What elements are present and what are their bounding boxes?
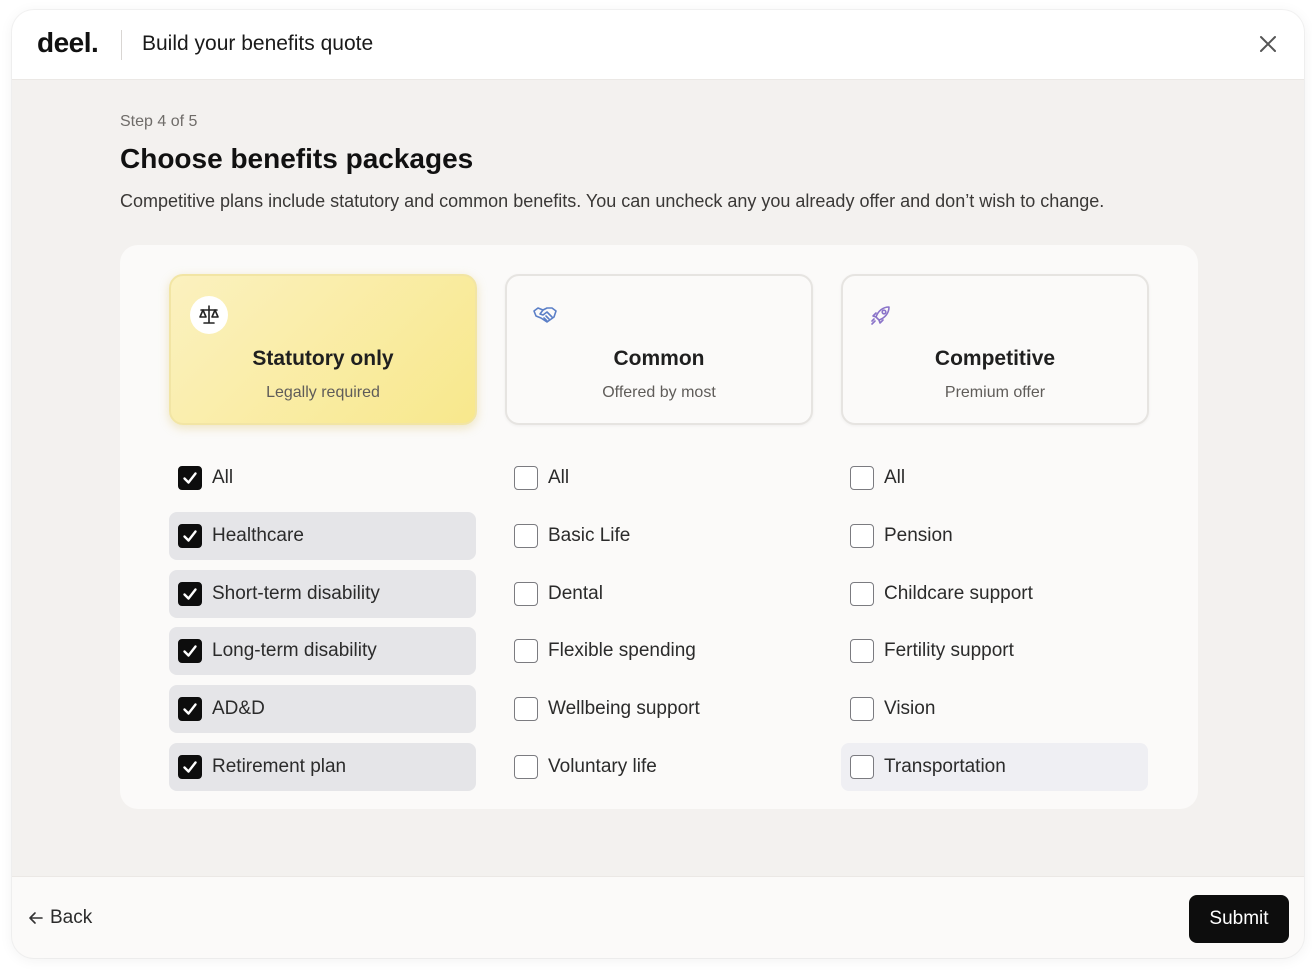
checkmark-icon	[183, 703, 197, 715]
checkbox[interactable]	[514, 639, 538, 663]
checkbox-checked[interactable]	[178, 524, 202, 548]
page-title: Choose benefits packages	[120, 143, 474, 174]
checkbox[interactable]	[850, 697, 874, 721]
package-name: Common	[613, 347, 705, 370]
option-label: AD&D	[212, 698, 265, 719]
package-subtitle: Offered by most	[602, 384, 716, 401]
package-card-statutory[interactable]: Statutory only Legally required	[169, 274, 477, 425]
arrow-left-icon	[29, 912, 43, 924]
option-healthcare[interactable]: Healthcare	[169, 512, 476, 560]
option-basic-life[interactable]: Basic Life	[505, 512, 812, 560]
package-name: Competitive	[934, 347, 1056, 370]
option-competitive-all[interactable]: All	[841, 454, 1148, 502]
checkbox[interactable]	[850, 524, 874, 548]
checkbox-checked[interactable]	[178, 755, 202, 779]
handshake-icon	[526, 296, 564, 334]
rocket-icon	[862, 296, 900, 334]
back-button[interactable]: Back	[28, 907, 92, 929]
benefits-quote-modal: deel. Build your benefits quote Step 4 o…	[12, 10, 1304, 958]
close-button[interactable]	[1258, 34, 1278, 54]
option-label: Childcare support	[884, 583, 1033, 604]
option-label: Fertility support	[884, 640, 1014, 661]
checkbox[interactable]	[514, 524, 538, 548]
submit-button[interactable]: Submit	[1189, 895, 1289, 943]
page-description: Competitive plans include statutory and …	[120, 191, 1105, 211]
option-label: Short-term disability	[212, 583, 380, 604]
checkbox[interactable]	[514, 466, 538, 490]
checkbox-checked[interactable]	[178, 466, 202, 490]
checkmark-icon	[183, 761, 197, 773]
option-label: Dental	[548, 583, 603, 604]
option-label: All	[548, 467, 570, 488]
option-long-term-disability[interactable]: Long-term disability	[169, 627, 476, 675]
step-indicator: Step 4 of 5	[120, 113, 198, 130]
package-card-competitive[interactable]: Competitive Premium offer	[841, 274, 1149, 425]
option-statutory-all[interactable]: All	[169, 454, 476, 502]
checkbox[interactable]	[850, 582, 874, 606]
checkbox[interactable]	[850, 466, 874, 490]
checkbox[interactable]	[514, 755, 538, 779]
packages-panel: Statutory only Legally required Common O…	[120, 245, 1198, 809]
option-add[interactable]: AD&D	[169, 685, 476, 733]
header-divider	[121, 30, 122, 60]
option-retirement-plan[interactable]: Retirement plan	[169, 743, 476, 791]
scales-icon	[190, 296, 228, 334]
checkbox-checked[interactable]	[178, 639, 202, 663]
option-label: Retirement plan	[212, 756, 347, 777]
package-subtitle: Legally required	[266, 384, 380, 401]
modal-title: Build your benefits quote	[142, 32, 374, 55]
checkbox[interactable]	[514, 697, 538, 721]
option-label: Healthcare	[212, 525, 304, 546]
option-childcare-support[interactable]: Childcare support	[841, 570, 1148, 618]
checkbox[interactable]	[850, 639, 874, 663]
deel-logo: deel.	[37, 27, 99, 58]
option-dental[interactable]: Dental	[505, 570, 812, 618]
checkmark-icon	[183, 530, 197, 542]
checkmark-icon	[183, 645, 197, 657]
option-label: All	[884, 467, 906, 488]
option-label: Voluntary life	[548, 756, 657, 777]
checkbox-checked[interactable]	[178, 697, 202, 721]
package-subtitle: Premium offer	[944, 384, 1046, 401]
option-label: Pension	[884, 525, 953, 546]
package-card-common[interactable]: Common Offered by most	[505, 274, 813, 425]
option-flexible-spending[interactable]: Flexible spending	[505, 627, 812, 675]
checkbox-checked[interactable]	[178, 582, 202, 606]
close-icon	[1260, 36, 1276, 52]
option-wellbeing-support[interactable]: Wellbeing support	[505, 685, 812, 733]
option-label: Flexible spending	[548, 640, 696, 661]
option-label: All	[212, 467, 234, 488]
modal-footer: Back Submit	[12, 876, 1304, 958]
option-vision[interactable]: Vision	[841, 685, 1148, 733]
checkbox[interactable]	[850, 755, 874, 779]
package-name: Statutory only	[252, 347, 394, 370]
option-fertility-support[interactable]: Fertility support	[841, 627, 1148, 675]
back-label: Back	[50, 907, 93, 928]
option-short-term-disability[interactable]: Short-term disability	[169, 570, 476, 618]
option-transportation[interactable]: Transportation	[841, 743, 1148, 791]
option-common-all[interactable]: All	[505, 454, 812, 502]
modal-header: deel. Build your benefits quote	[12, 10, 1304, 80]
option-label: Long-term disability	[212, 640, 377, 661]
option-label: Vision	[884, 698, 936, 719]
checkmark-icon	[183, 472, 197, 484]
option-label: Transportation	[884, 756, 1006, 777]
option-voluntary-life[interactable]: Voluntary life	[505, 743, 812, 791]
checkmark-icon	[183, 588, 197, 600]
option-label: Wellbeing support	[548, 698, 700, 719]
checkbox[interactable]	[514, 582, 538, 606]
option-pension[interactable]: Pension	[841, 512, 1148, 560]
option-label: Basic Life	[548, 525, 631, 546]
